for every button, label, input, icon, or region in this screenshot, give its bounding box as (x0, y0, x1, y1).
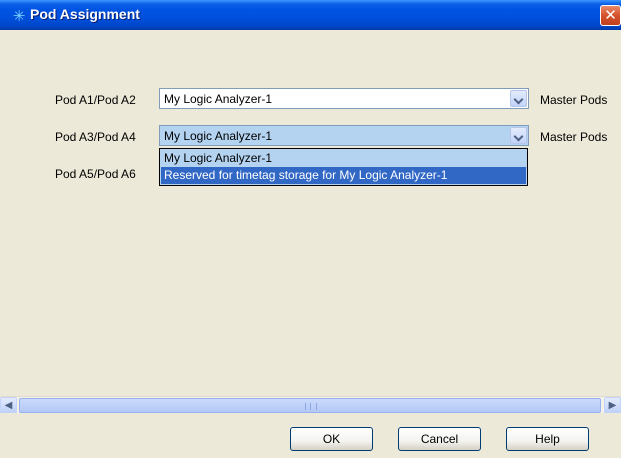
pod-a3-a4-value: My Logic Analyzer-1 (164, 129, 273, 143)
pod-a1-a2-value: My Logic Analyzer-1 (164, 92, 273, 106)
chevron-down-icon[interactable] (510, 90, 527, 107)
window-title: Pod Assignment (30, 6, 140, 22)
sparkle-icon: ✳ (12, 7, 26, 25)
pod-a1-a2-status: Master Pods (540, 93, 608, 107)
close-button[interactable]: ✕ (600, 5, 621, 26)
pod-a1-a2-select[interactable]: My Logic Analyzer-1 (159, 88, 529, 109)
chevron-down-icon[interactable] (510, 127, 527, 144)
pod-a3-a4-status: Master Pods (540, 130, 608, 144)
pod-a1-a2-label: Pod A1/Pod A2 (55, 93, 136, 107)
cancel-button[interactable]: Cancel (398, 427, 481, 451)
title-bar[interactable]: ✳ Pod Assignment ✕ (0, 0, 621, 30)
button-bar: OK Cancel Help (0, 413, 621, 458)
pod-a3-a4-select[interactable]: My Logic Analyzer-1 (159, 125, 529, 146)
dropdown-option-selected[interactable]: Reserved for timetag storage for My Logi… (161, 167, 526, 184)
help-button[interactable]: Help (506, 427, 589, 451)
grip-icon (305, 403, 317, 410)
scroll-right-icon[interactable]: ▶ (604, 397, 621, 414)
scrollbar-thumb[interactable] (19, 398, 601, 413)
ok-button[interactable]: OK (290, 427, 373, 451)
pod-assignment-dialog: ✳ Pod Assignment ✕ Pod A1/Pod A2 My Logi… (0, 0, 621, 458)
scroll-left-icon[interactable]: ◀ (0, 397, 17, 414)
dialog-content: Pod A1/Pod A2 My Logic Analyzer-1 Master… (0, 30, 621, 396)
pod-a3-a4-dropdown-list: My Logic Analyzer-1 Reserved for timetag… (159, 148, 528, 186)
dropdown-option[interactable]: My Logic Analyzer-1 (161, 150, 526, 167)
close-icon: ✕ (604, 6, 617, 24)
pod-a5-a6-label: Pod A5/Pod A6 (55, 167, 136, 181)
pod-a3-a4-label: Pod A3/Pod A4 (55, 130, 136, 144)
horizontal-scrollbar[interactable]: ◀ ▶ (0, 396, 621, 414)
